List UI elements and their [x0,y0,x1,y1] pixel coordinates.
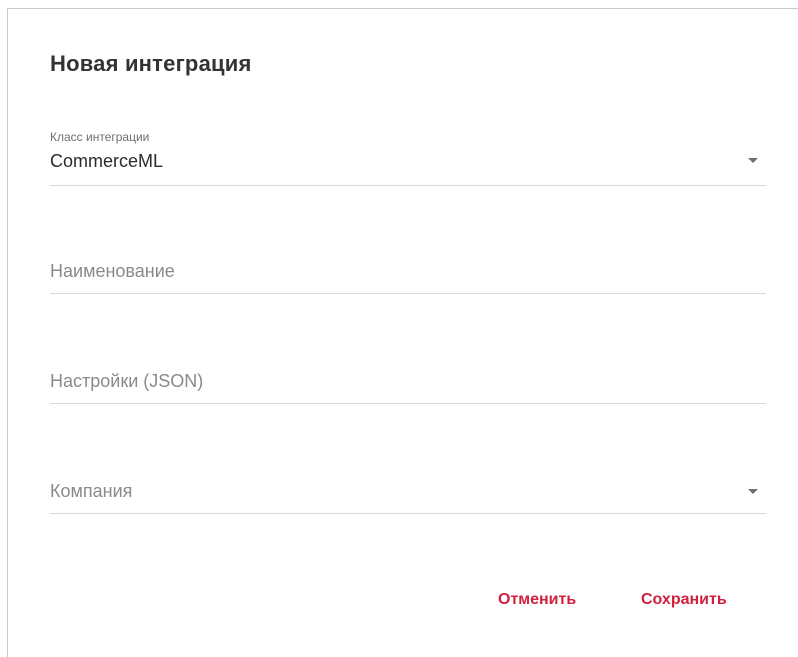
integration-class-label: Класс интеграции [50,130,150,144]
new-integration-dialog: Новая интеграция Класс интеграции Commer… [7,8,798,657]
settings-json-input[interactable]: Настройки (JSON) [50,367,766,405]
integration-class-select[interactable]: Класс интеграции CommerceML [50,129,766,187]
name-placeholder: Наименование [50,261,175,281]
save-button[interactable]: Сохранить [641,591,727,609]
name-underline [50,293,766,294]
company-select[interactable]: Компания [50,477,766,515]
name-input[interactable]: Наименование [50,257,766,295]
dialog-title: Новая интеграция [50,51,252,76]
settings-json-placeholder: Настройки (JSON) [50,371,204,391]
integration-class-underline [50,185,766,186]
settings-json-underline [50,403,766,404]
dropdown-arrow-icon[interactable] [748,489,758,494]
cancel-button[interactable]: Отменить [498,591,576,609]
dropdown-arrow-icon[interactable] [748,158,758,163]
company-underline [50,513,766,514]
company-placeholder: Компания [50,481,133,501]
integration-class-value: CommerceML [50,151,164,171]
